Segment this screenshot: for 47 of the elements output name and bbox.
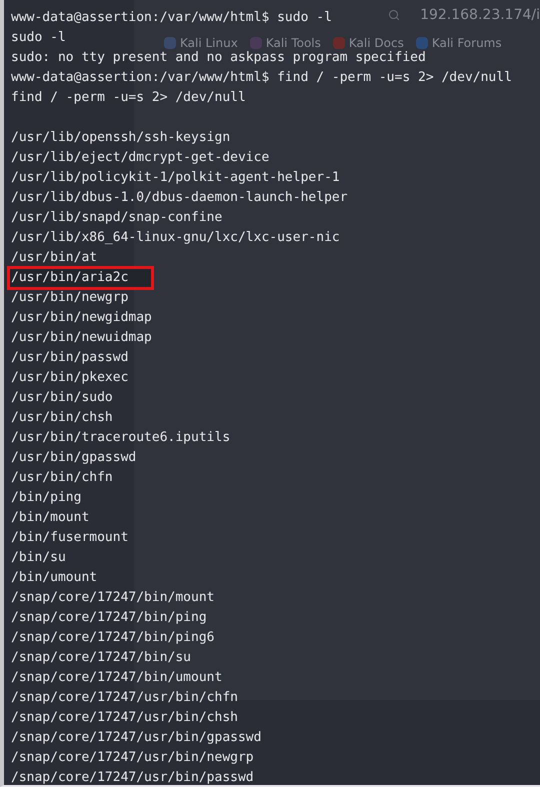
- terminal-line: sudo: no tty present and no askpass program specified: [10, 49, 427, 67]
- terminal-line: /bin/mount: [10, 509, 90, 527]
- terminal-line: /usr/bin/chfn: [10, 469, 114, 487]
- terminal-line: /snap/core/17247/usr/bin/newgrp: [10, 749, 255, 767]
- terminal-line: /bin/fusermount: [10, 529, 130, 547]
- bookmark-link[interactable]: Kali Forums: [432, 34, 502, 52]
- terminal-line: /usr/bin/chsh: [10, 409, 114, 427]
- terminal-line: /usr/bin/sudo: [10, 389, 114, 407]
- bookmark-icon: [250, 37, 262, 49]
- bookmark-link[interactable]: Kali Docs: [348, 34, 404, 52]
- terminal-line: /bin/su: [10, 549, 67, 567]
- terminal-line: /snap/core/17247/bin/ping: [10, 609, 208, 627]
- terminal-line: sudo -l: [10, 29, 67, 47]
- bookmark-link[interactable]: Kali Tools: [266, 34, 321, 52]
- terminal-line: /snap/core/17247/usr/bin/gpasswd: [10, 729, 262, 747]
- terminal-line: /snap/core/17247/usr/bin/passwd: [10, 769, 255, 785]
- terminal-line: /usr/bin/pkexec: [10, 369, 130, 387]
- terminal-line: /usr/lib/dbus-1.0/dbus-daemon-launch-helper: [10, 189, 349, 207]
- bookmark-icon: [164, 37, 176, 49]
- terminal-line: www-data@assertion:/var/www/html$ sudo -l: [10, 9, 333, 27]
- terminal-line: /usr/bin/gpasswd: [10, 449, 138, 467]
- terminal-line: /snap/core/17247/bin/su: [10, 649, 192, 667]
- terminal-line: www-data@assertion:/var/www/html$ find / -perm -u=s 2> /dev/null: [10, 69, 513, 87]
- terminal-line: /snap/core/17247/bin/mount: [10, 589, 216, 607]
- terminal-line: /usr/bin/newuidmap: [10, 329, 153, 347]
- terminal-line: /usr/lib/x86_64-linux-gnu/lxc/lxc-user-nic: [10, 229, 341, 247]
- terminal-line: /snap/core/17247/bin/ping6: [10, 629, 216, 647]
- terminal-line: /usr/lib/snapd/snap-confine: [10, 209, 224, 227]
- terminal-line: /usr/lib/eject/dmcrypt-get-device: [10, 149, 270, 167]
- bookmark-icon: [332, 37, 345, 49]
- terminal-line: /usr/lib/openssh/ssh-keysign: [10, 129, 232, 147]
- terminal-line: /bin/umount: [10, 569, 98, 587]
- bookmark-link[interactable]: Kali Linux: [180, 34, 238, 52]
- terminal-line: /snap/core/17247/usr/bin/chsh: [10, 709, 239, 727]
- terminal-line: /usr/bin/newgidmap: [10, 309, 153, 327]
- terminal-line: /snap/core/17247/bin/umount: [10, 669, 224, 687]
- terminal-line: /usr/lib/policykit-1/polkit-agent-helper-1: [10, 169, 341, 187]
- bookmark-icon: [416, 37, 428, 49]
- search-icon[interactable]: [388, 7, 400, 23]
- address-text[interactable]: 192.168.23.174/i: [420, 4, 540, 26]
- terminal-line: /usr/bin/traceroute6.iputils: [10, 429, 232, 447]
- terminal-line: /bin/ping: [10, 489, 82, 507]
- terminal-line: /snap/core/17247/usr/bin/chfn: [10, 689, 239, 707]
- terminal-line: /usr/bin/newgrp: [10, 289, 130, 307]
- terminal-line: /usr/bin/at: [10, 249, 98, 267]
- terminal-line: find / -perm -u=s 2> /dev/null: [10, 89, 247, 107]
- terminal-line: /usr/bin/passwd: [10, 349, 130, 367]
